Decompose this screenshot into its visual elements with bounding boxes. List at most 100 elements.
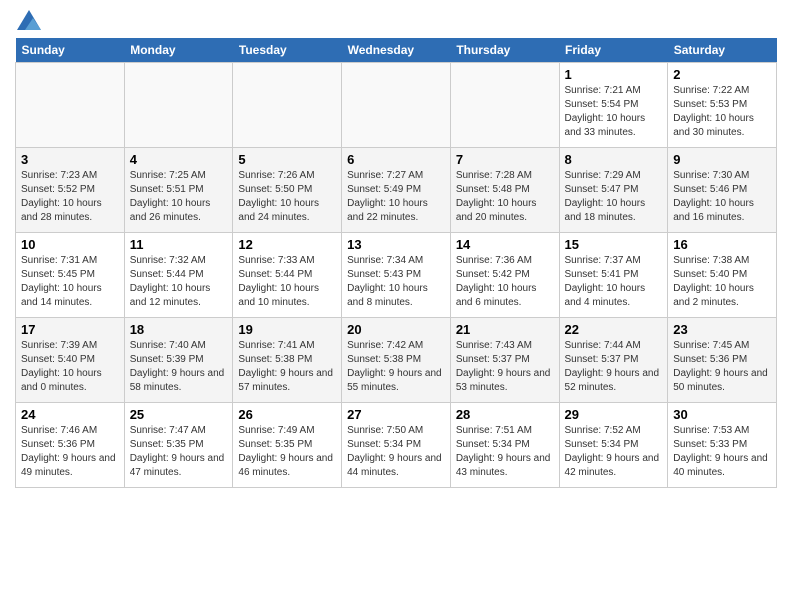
day-info: Sunrise: 7:38 AM Sunset: 5:40 PM Dayligh… xyxy=(673,254,771,310)
calendar-cell: 5 Sunrise: 7:26 AM Sunset: 5:50 PM Daylig… xyxy=(233,148,342,233)
calendar-cell: 22 Sunrise: 7:44 AM Sunset: 5:37 PM Dayli… xyxy=(559,318,668,403)
day-number: 13 xyxy=(347,237,445,252)
calendar-cell: 19 Sunrise: 7:41 AM Sunset: 5:38 PM Dayli… xyxy=(233,318,342,403)
calendar-cell: 10Sunrise: 7:31 AM Sunset: 5:45 PM Dayli… xyxy=(16,233,125,318)
day-number: 15 xyxy=(565,237,663,252)
calendar-cell: 26 Sunrise: 7:49 AM Sunset: 5:35 PM Dayli… xyxy=(233,403,342,488)
calendar-cell: 27 Sunrise: 7:50 AM Sunset: 5:34 PM Dayli… xyxy=(342,403,451,488)
calendar-cell: 24 Sunrise: 7:46 AM Sunset: 5:36 PM Dayli… xyxy=(16,403,125,488)
calendar-cell xyxy=(16,63,125,148)
calendar-cell: 9Sunrise: 7:30 AM Sunset: 5:46 PM Daylig… xyxy=(668,148,777,233)
day-number: 2 xyxy=(673,67,771,82)
day-info: Sunrise: 7:36 AM Sunset: 5:42 PM Dayligh… xyxy=(456,254,554,310)
calendar-week-row: 3 Sunrise: 7:23 AM Sunset: 5:52 PM Daylig… xyxy=(16,148,777,233)
day-info: Sunrise: 7:43 AM Sunset: 5:37 PM Dayligh… xyxy=(456,339,554,395)
day-info: Sunrise: 7:27 AM Sunset: 5:49 PM Dayligh… xyxy=(347,169,445,225)
day-number: 8 xyxy=(565,152,663,167)
calendar-cell: 15 Sunrise: 7:37 AM Sunset: 5:41 PM Dayli… xyxy=(559,233,668,318)
weekday-header-wednesday: Wednesday xyxy=(342,38,451,63)
day-number: 24 xyxy=(21,407,119,422)
day-number: 1 xyxy=(565,67,663,82)
calendar-cell: 30 Sunrise: 7:53 AM Sunset: 5:33 PM Dayli… xyxy=(668,403,777,488)
calendar-week-row: 10Sunrise: 7:31 AM Sunset: 5:45 PM Dayli… xyxy=(16,233,777,318)
weekday-header-row: SundayMondayTuesdayWednesdayThursdayFrid… xyxy=(16,38,777,63)
calendar-cell: 4 Sunrise: 7:25 AM Sunset: 5:51 PM Daylig… xyxy=(124,148,233,233)
day-info: Sunrise: 7:29 AM Sunset: 5:47 PM Dayligh… xyxy=(565,169,663,225)
day-info: Sunrise: 7:41 AM Sunset: 5:38 PM Dayligh… xyxy=(238,339,336,395)
weekday-header-thursday: Thursday xyxy=(450,38,559,63)
calendar-cell xyxy=(233,63,342,148)
day-info: Sunrise: 7:52 AM Sunset: 5:34 PM Dayligh… xyxy=(565,424,663,480)
calendar-cell: 13 Sunrise: 7:34 AM Sunset: 5:43 PM Dayli… xyxy=(342,233,451,318)
weekday-header-monday: Monday xyxy=(124,38,233,63)
day-number: 30 xyxy=(673,407,771,422)
day-info: Sunrise: 7:25 AM Sunset: 5:51 PM Dayligh… xyxy=(130,169,228,225)
day-number: 26 xyxy=(238,407,336,422)
day-info: Sunrise: 7:37 AM Sunset: 5:41 PM Dayligh… xyxy=(565,254,663,310)
day-number: 21 xyxy=(456,322,554,337)
calendar-cell: 28 Sunrise: 7:51 AM Sunset: 5:34 PM Dayli… xyxy=(450,403,559,488)
day-number: 4 xyxy=(130,152,228,167)
day-info: Sunrise: 7:39 AM Sunset: 5:40 PM Dayligh… xyxy=(21,339,119,395)
day-number: 12 xyxy=(238,237,336,252)
calendar-cell: 8 Sunrise: 7:29 AM Sunset: 5:47 PM Daylig… xyxy=(559,148,668,233)
day-number: 28 xyxy=(456,407,554,422)
calendar-cell: 12 Sunrise: 7:33 AM Sunset: 5:44 PM Dayli… xyxy=(233,233,342,318)
day-number: 27 xyxy=(347,407,445,422)
day-number: 23 xyxy=(673,322,771,337)
calendar-cell: 29 Sunrise: 7:52 AM Sunset: 5:34 PM Dayli… xyxy=(559,403,668,488)
calendar-cell: 17 Sunrise: 7:39 AM Sunset: 5:40 PM Dayli… xyxy=(16,318,125,403)
calendar-cell: 21 Sunrise: 7:43 AM Sunset: 5:37 PM Dayli… xyxy=(450,318,559,403)
calendar-week-row: 1 Sunrise: 7:21 AM Sunset: 5:54 PM Daylig… xyxy=(16,63,777,148)
calendar-cell: 18Sunrise: 7:40 AM Sunset: 5:39 PM Dayli… xyxy=(124,318,233,403)
weekday-header-friday: Friday xyxy=(559,38,668,63)
day-number: 7 xyxy=(456,152,554,167)
calendar-table: SundayMondayTuesdayWednesdayThursdayFrid… xyxy=(15,38,777,488)
day-info: Sunrise: 7:30 AM Sunset: 5:46 PM Dayligh… xyxy=(673,169,771,225)
day-info: Sunrise: 7:44 AM Sunset: 5:37 PM Dayligh… xyxy=(565,339,663,395)
calendar-cell: 14 Sunrise: 7:36 AM Sunset: 5:42 PM Dayli… xyxy=(450,233,559,318)
day-info: Sunrise: 7:33 AM Sunset: 5:44 PM Dayligh… xyxy=(238,254,336,310)
logo xyxy=(15,10,41,30)
day-number: 19 xyxy=(238,322,336,337)
day-number: 14 xyxy=(456,237,554,252)
day-info: Sunrise: 7:51 AM Sunset: 5:34 PM Dayligh… xyxy=(456,424,554,480)
day-info: Sunrise: 7:22 AM Sunset: 5:53 PM Dayligh… xyxy=(673,84,771,140)
day-number: 10 xyxy=(21,237,119,252)
day-number: 17 xyxy=(21,322,119,337)
logo-icon xyxy=(17,10,41,30)
calendar-cell: 23Sunrise: 7:45 AM Sunset: 5:36 PM Dayli… xyxy=(668,318,777,403)
day-info: Sunrise: 7:46 AM Sunset: 5:36 PM Dayligh… xyxy=(21,424,119,480)
calendar-cell: 2 Sunrise: 7:22 AM Sunset: 5:53 PM Daylig… xyxy=(668,63,777,148)
calendar-cell: 1 Sunrise: 7:21 AM Sunset: 5:54 PM Daylig… xyxy=(559,63,668,148)
calendar-week-row: 17 Sunrise: 7:39 AM Sunset: 5:40 PM Dayli… xyxy=(16,318,777,403)
day-info: Sunrise: 7:34 AM Sunset: 5:43 PM Dayligh… xyxy=(347,254,445,310)
day-number: 25 xyxy=(130,407,228,422)
calendar-cell xyxy=(124,63,233,148)
calendar-cell: 3 Sunrise: 7:23 AM Sunset: 5:52 PM Daylig… xyxy=(16,148,125,233)
day-info: Sunrise: 7:23 AM Sunset: 5:52 PM Dayligh… xyxy=(21,169,119,225)
day-number: 20 xyxy=(347,322,445,337)
day-info: Sunrise: 7:40 AM Sunset: 5:39 PM Dayligh… xyxy=(130,339,228,395)
weekday-header-saturday: Saturday xyxy=(668,38,777,63)
day-number: 3 xyxy=(21,152,119,167)
day-info: Sunrise: 7:47 AM Sunset: 5:35 PM Dayligh… xyxy=(130,424,228,480)
day-number: 29 xyxy=(565,407,663,422)
calendar-cell: 6Sunrise: 7:27 AM Sunset: 5:49 PM Daylig… xyxy=(342,148,451,233)
day-info: Sunrise: 7:42 AM Sunset: 5:38 PM Dayligh… xyxy=(347,339,445,395)
calendar-cell: 16Sunrise: 7:38 AM Sunset: 5:40 PM Dayli… xyxy=(668,233,777,318)
calendar-cell: 20 Sunrise: 7:42 AM Sunset: 5:38 PM Dayli… xyxy=(342,318,451,403)
day-number: 5 xyxy=(238,152,336,167)
day-info: Sunrise: 7:26 AM Sunset: 5:50 PM Dayligh… xyxy=(238,169,336,225)
day-info: Sunrise: 7:21 AM Sunset: 5:54 PM Dayligh… xyxy=(565,84,663,140)
day-info: Sunrise: 7:32 AM Sunset: 5:44 PM Dayligh… xyxy=(130,254,228,310)
day-number: 11 xyxy=(130,237,228,252)
day-info: Sunrise: 7:49 AM Sunset: 5:35 PM Dayligh… xyxy=(238,424,336,480)
calendar-cell xyxy=(450,63,559,148)
calendar-cell: 25 Sunrise: 7:47 AM Sunset: 5:35 PM Dayli… xyxy=(124,403,233,488)
calendar-cell xyxy=(342,63,451,148)
day-number: 22 xyxy=(565,322,663,337)
day-info: Sunrise: 7:53 AM Sunset: 5:33 PM Dayligh… xyxy=(673,424,771,480)
page-header xyxy=(15,10,777,30)
day-info: Sunrise: 7:50 AM Sunset: 5:34 PM Dayligh… xyxy=(347,424,445,480)
